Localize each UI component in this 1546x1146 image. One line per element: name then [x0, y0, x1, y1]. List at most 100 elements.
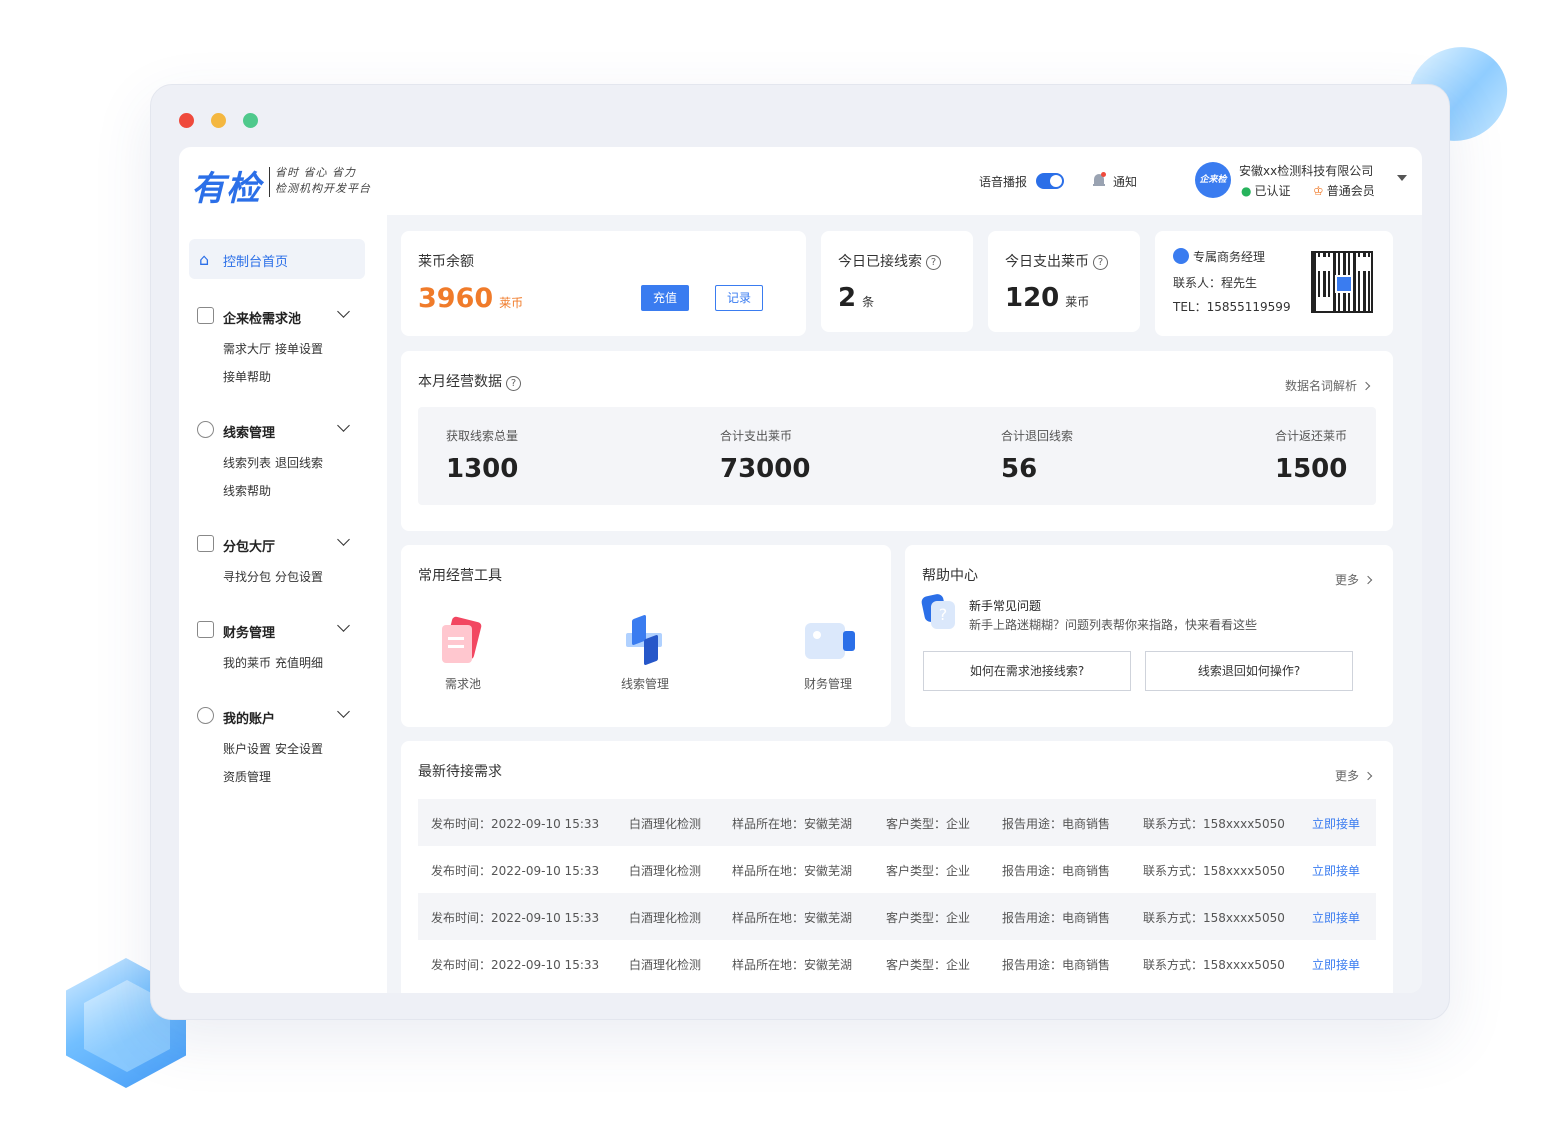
sidebar-group-header[interactable]: 我的账户 — [197, 705, 367, 727]
company-logo-icon — [1173, 248, 1189, 264]
sidebar-link-returned-leads[interactable]: 退回线索 — [275, 456, 323, 470]
sidebar-group-header[interactable]: 线索管理 — [197, 419, 367, 441]
take-order-link[interactable]: 立即接单 — [1312, 862, 1360, 879]
chevron-down-icon[interactable] — [337, 619, 350, 632]
faq-description: 新手上路迷糊糊？问题列表帮你来指路，快来看看这些 — [969, 618, 1258, 632]
minimize-dot[interactable] — [211, 113, 226, 128]
document-icon — [197, 621, 214, 638]
today-leads-number: 2 — [838, 283, 857, 313]
help-more-link[interactable]: 更多 — [1335, 571, 1373, 588]
sidebar-link-qualification[interactable]: 资质管理 — [223, 770, 271, 784]
crown-icon: ♔ — [1313, 184, 1324, 198]
slogan-line-2: 检测机构开发平台 — [275, 182, 371, 195]
help-button-return-lead[interactable]: 线索退回如何操作? — [1145, 651, 1353, 691]
help-title: 帮助中心 — [922, 568, 978, 584]
stat-value: 1300 — [446, 454, 519, 484]
today-spend-value: 120 莱币 — [1005, 283, 1089, 313]
stat-label: 合计返还莱币 — [1275, 429, 1348, 443]
tool-finance-management[interactable]: 财务管理 — [788, 617, 868, 692]
stat-refunded-coins: 合计返还莱币 1500 — [1275, 427, 1347, 484]
test-item: 白酒理化检测 — [629, 958, 702, 972]
user-icon — [197, 707, 214, 724]
chevron-down-icon[interactable] — [337, 305, 350, 318]
verified-label: 已认证 — [1254, 184, 1291, 198]
close-dot[interactable] — [179, 113, 194, 128]
chevron-down-icon[interactable] — [337, 419, 350, 432]
tool-label: 财务管理 — [803, 677, 852, 691]
help-button-take-lead[interactable]: 如何在需求池接线索? — [923, 651, 1131, 691]
sidebar-link-find-subcontract[interactable]: 寻找分包 — [223, 570, 271, 584]
browser-window: 有检 省时 省心 省力 检测机构开发平台 语音播报 通知 企来检 安徽xx检测科… — [150, 84, 1450, 1020]
sidebar-link-security-settings[interactable]: 安全设置 — [275, 742, 323, 756]
app-container: 有检 省时 省心 省力 检测机构开发平台 语音播报 通知 企来检 安徽xx检测科… — [179, 147, 1422, 993]
sidebar-link-recharge-details[interactable]: 充值明细 — [275, 656, 323, 670]
question-card-icon: ? — [920, 592, 957, 629]
test-item: 白酒理化检测 — [629, 911, 702, 925]
sidebar-link-account-settings[interactable]: 账户设置 — [223, 742, 271, 756]
maximize-dot[interactable] — [243, 113, 258, 128]
latest-more-link[interactable]: 更多 — [1335, 767, 1373, 784]
take-order-link[interactable]: 立即接单 — [1312, 956, 1360, 973]
recharge-button[interactable]: 充值 — [641, 285, 689, 311]
notify-label[interactable]: 通知 — [1113, 173, 1137, 190]
take-order-link[interactable]: 立即接单 — [1312, 815, 1360, 832]
sidebar-link-my-coins[interactable]: 我的莱币 — [223, 656, 271, 670]
sidebar-link-lead-list[interactable]: 线索列表 — [223, 456, 271, 470]
sidebar-group-header[interactable]: 财务管理 — [197, 619, 367, 641]
sidebar-link-order-help[interactable]: 接单帮助 — [223, 370, 271, 384]
contact-info: 联系方式：158xxxx5050 — [1143, 864, 1285, 878]
help-question-icon[interactable]: ? — [1093, 255, 1108, 270]
today-spend-number: 120 — [1005, 283, 1060, 313]
voice-broadcast-label: 语音播报 — [979, 175, 1028, 189]
balance-value: 3960 莱币 — [418, 283, 523, 314]
manager-contact: 联系人：程先生 — [1173, 276, 1258, 290]
help-question-icon[interactable]: ? — [506, 376, 521, 391]
voice-broadcast-toggle[interactable] — [1036, 173, 1064, 189]
sidebar-link-subcontract-settings[interactable]: 分包设置 — [275, 570, 323, 584]
avatar[interactable]: 企来检 — [1195, 162, 1231, 198]
account-manager-card: 专属商务经理 联系人：程先生 TEL：15855119599 — [1155, 231, 1393, 336]
sidebar-link-demand-hall[interactable]: 需求大厅 — [223, 342, 271, 356]
report-purpose: 报告用途：电商销售 — [1002, 817, 1111, 831]
table-row: 发布时间：2022-09-10 15:33 白酒理化检测 样品所在地：安徽芜湖 … — [418, 799, 1376, 846]
record-button[interactable]: 记录 — [715, 285, 763, 311]
stat-total-leads: 获取线索总量 1300 — [446, 427, 518, 484]
today-spend-title: 今日支出莱币? — [1005, 251, 1108, 271]
data-glossary-link[interactable]: 数据名词解析 — [1285, 377, 1371, 394]
today-spend-card: 今日支出莱币? 120 莱币 — [988, 231, 1140, 332]
tools-title: 常用经营工具 — [418, 568, 502, 584]
sample-location: 样品所在地：安徽芜湖 — [732, 864, 853, 878]
chevron-down-icon[interactable] — [337, 705, 350, 718]
sidebar-group-demand-pool: 企来检需求池 需求大厅 接单设置 接单帮助 — [197, 305, 367, 391]
tool-demand-pool[interactable]: 需求池 — [423, 615, 503, 692]
sidebar-link-order-settings[interactable]: 接单设置 — [275, 342, 323, 356]
faq-title[interactable]: 新手常见问题 — [969, 597, 1041, 614]
help-question-icon[interactable]: ? — [926, 255, 941, 270]
company-name: 安徽xx检测科技有限公司 — [1239, 164, 1374, 178]
stat-value: 73000 — [720, 454, 811, 484]
logo[interactable]: 有检 — [191, 161, 261, 210]
account-dropdown-icon[interactable] — [1397, 175, 1407, 181]
sidebar-link-lead-help[interactable]: 线索帮助 — [223, 484, 271, 498]
take-order-link[interactable]: 立即接单 — [1312, 909, 1360, 926]
monthly-stats: 获取线索总量 1300 合计支出莱币 73000 合计退回线索 56 合计返还莱… — [418, 407, 1376, 505]
customer-type: 客户类型：企业 — [886, 864, 971, 878]
tool-label: 需求池 — [444, 677, 481, 691]
tool-lead-management[interactable]: 线索管理 — [605, 614, 685, 692]
tool-label: 线索管理 — [620, 677, 669, 691]
wallet-icon — [805, 617, 855, 663]
sidebar-group-header[interactable]: 企来检需求池 — [197, 305, 367, 327]
chevron-down-icon[interactable] — [337, 533, 350, 546]
top-bar: 有检 省时 省心 省力 检测机构开发平台 语音播报 通知 企来检 安徽xx检测科… — [179, 147, 1422, 215]
qr-code-icon — [1311, 251, 1373, 313]
logo-divider — [269, 167, 270, 197]
chevron-right-icon — [1363, 771, 1373, 781]
more-label: 更多 — [1335, 573, 1360, 587]
bell-icon[interactable] — [1091, 171, 1107, 189]
sidebar-item-home[interactable]: ⌂ 控制台首页 — [189, 239, 365, 279]
publish-time: 发布时间：2022-09-10 15:33 — [431, 911, 600, 925]
wave-icon — [197, 421, 214, 438]
stat-value: 56 — [1001, 454, 1038, 484]
sidebar-group-header[interactable]: 分包大厅 — [197, 533, 367, 555]
report-purpose: 报告用途：电商销售 — [1002, 958, 1111, 972]
